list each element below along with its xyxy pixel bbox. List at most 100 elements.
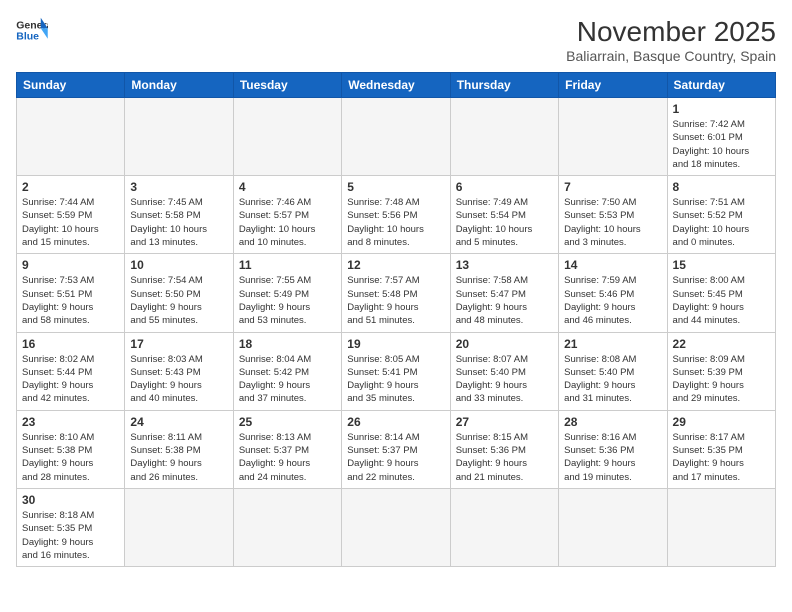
day-number: 20 <box>456 337 553 351</box>
day-number: 27 <box>456 415 553 429</box>
calendar-cell: 20 Sunrise: 8:07 AMSunset: 5:40 PMDayligh… <box>450 332 558 410</box>
weekday-header-friday: Friday <box>559 73 667 98</box>
day-number: 15 <box>673 258 770 272</box>
location-subtitle: Baliarrain, Basque Country, Spain <box>566 48 776 64</box>
page-header: General Blue November 2025 Baliarrain, B… <box>16 16 776 64</box>
day-number: 19 <box>347 337 444 351</box>
day-number: 2 <box>22 180 119 194</box>
weekday-header-sunday: Sunday <box>17 73 125 98</box>
day-info: Sunrise: 8:14 AMSunset: 5:37 PMDaylight:… <box>347 431 444 484</box>
day-number: 7 <box>564 180 661 194</box>
weekday-header-saturday: Saturday <box>667 73 775 98</box>
day-number: 4 <box>239 180 336 194</box>
calendar-cell <box>125 488 233 566</box>
calendar-week-1: 1 Sunrise: 7:42 AMSunset: 6:01 PMDaylight… <box>17 98 776 176</box>
calendar-cell: 26 Sunrise: 8:14 AMSunset: 5:37 PMDayligh… <box>342 410 450 488</box>
day-info: Sunrise: 7:42 AMSunset: 6:01 PMDaylight:… <box>673 118 770 171</box>
calendar-cell: 19 Sunrise: 8:05 AMSunset: 5:41 PMDayligh… <box>342 332 450 410</box>
day-info: Sunrise: 7:59 AMSunset: 5:46 PMDaylight:… <box>564 274 661 327</box>
calendar-cell: 18Sunrise: 8:04 AMSunset: 5:42 PMDayligh… <box>233 332 341 410</box>
calendar-cell: 15 Sunrise: 8:00 AMSunset: 5:45 PMDayligh… <box>667 254 775 332</box>
day-number: 13 <box>456 258 553 272</box>
calendar-cell: 5Sunrise: 7:48 AMSunset: 5:56 PMDaylight… <box>342 176 450 254</box>
day-number: 16 <box>22 337 119 351</box>
calendar-cell <box>559 488 667 566</box>
day-info: Sunrise: 8:02 AMSunset: 5:44 PMDaylight:… <box>22 353 119 406</box>
calendar-cell <box>342 488 450 566</box>
day-number: 11 <box>239 258 336 272</box>
day-number: 30 <box>22 493 119 507</box>
day-info: Sunrise: 7:50 AMSunset: 5:53 PMDaylight:… <box>564 196 661 249</box>
calendar-cell: 8Sunrise: 7:51 AMSunset: 5:52 PMDaylight… <box>667 176 775 254</box>
weekday-header-wednesday: Wednesday <box>342 73 450 98</box>
calendar-week-6: 30 Sunrise: 8:18 AMSunset: 5:35 PMDayligh… <box>17 488 776 566</box>
logo: General Blue <box>16 16 48 44</box>
day-info: Sunrise: 7:48 AMSunset: 5:56 PMDaylight:… <box>347 196 444 249</box>
day-number: 12 <box>347 258 444 272</box>
weekday-header-monday: Monday <box>125 73 233 98</box>
day-info: Sunrise: 7:45 AMSunset: 5:58 PMDaylight:… <box>130 196 227 249</box>
day-info: Sunrise: 8:10 AMSunset: 5:38 PMDaylight:… <box>22 431 119 484</box>
day-number: 3 <box>130 180 227 194</box>
day-number: 14 <box>564 258 661 272</box>
calendar-cell: 25Sunrise: 8:13 AMSunset: 5:37 PMDayligh… <box>233 410 341 488</box>
day-info: Sunrise: 8:04 AMSunset: 5:42 PMDaylight:… <box>239 353 336 406</box>
day-number: 24 <box>130 415 227 429</box>
day-number: 29 <box>673 415 770 429</box>
day-info: Sunrise: 8:17 AMSunset: 5:35 PMDaylight:… <box>673 431 770 484</box>
calendar-cell <box>342 98 450 176</box>
day-info: Sunrise: 7:57 AMSunset: 5:48 PMDaylight:… <box>347 274 444 327</box>
calendar-cell <box>233 488 341 566</box>
calendar-cell: 11 Sunrise: 7:55 AMSunset: 5:49 PMDayligh… <box>233 254 341 332</box>
calendar-cell <box>667 488 775 566</box>
calendar-cell: 9Sunrise: 7:53 AMSunset: 5:51 PMDaylight… <box>17 254 125 332</box>
day-info: Sunrise: 7:46 AMSunset: 5:57 PMDaylight:… <box>239 196 336 249</box>
month-title: November 2025 <box>566 16 776 48</box>
calendar-cell: 23Sunrise: 8:10 AMSunset: 5:38 PMDayligh… <box>17 410 125 488</box>
calendar-cell <box>559 98 667 176</box>
day-info: Sunrise: 8:00 AMSunset: 5:45 PMDaylight:… <box>673 274 770 327</box>
svg-text:Blue: Blue <box>16 31 39 43</box>
day-number: 22 <box>673 337 770 351</box>
day-info: Sunrise: 7:58 AMSunset: 5:47 PMDaylight:… <box>456 274 553 327</box>
calendar-cell: 13 Sunrise: 7:58 AMSunset: 5:47 PMDayligh… <box>450 254 558 332</box>
day-info: Sunrise: 7:44 AMSunset: 5:59 PMDaylight:… <box>22 196 119 249</box>
day-info: Sunrise: 8:08 AMSunset: 5:40 PMDaylight:… <box>564 353 661 406</box>
calendar-cell: 27Sunrise: 8:15 AMSunset: 5:36 PMDayligh… <box>450 410 558 488</box>
day-info: Sunrise: 8:07 AMSunset: 5:40 PMDaylight:… <box>456 353 553 406</box>
day-info: Sunrise: 8:05 AMSunset: 5:41 PMDaylight:… <box>347 353 444 406</box>
day-number: 21 <box>564 337 661 351</box>
day-info: Sunrise: 8:09 AMSunset: 5:39 PMDaylight:… <box>673 353 770 406</box>
day-info: Sunrise: 7:55 AMSunset: 5:49 PMDaylight:… <box>239 274 336 327</box>
day-number: 9 <box>22 258 119 272</box>
calendar-week-5: 23Sunrise: 8:10 AMSunset: 5:38 PMDayligh… <box>17 410 776 488</box>
day-number: 17 <box>130 337 227 351</box>
calendar-cell: 7 Sunrise: 7:50 AMSunset: 5:53 PMDaylight… <box>559 176 667 254</box>
calendar-cell: 2 Sunrise: 7:44 AMSunset: 5:59 PMDaylight… <box>17 176 125 254</box>
logo-icon: General Blue <box>16 16 48 44</box>
calendar-week-3: 9Sunrise: 7:53 AMSunset: 5:51 PMDaylight… <box>17 254 776 332</box>
calendar-cell: 17Sunrise: 8:03 AMSunset: 5:43 PMDayligh… <box>125 332 233 410</box>
day-number: 1 <box>673 102 770 116</box>
calendar-cell: 22 Sunrise: 8:09 AMSunset: 5:39 PMDayligh… <box>667 332 775 410</box>
calendar-cell: 10Sunrise: 7:54 AMSunset: 5:50 PMDayligh… <box>125 254 233 332</box>
calendar-cell: 14 Sunrise: 7:59 AMSunset: 5:46 PMDayligh… <box>559 254 667 332</box>
calendar-table: SundayMondayTuesdayWednesdayThursdayFrid… <box>16 72 776 567</box>
day-number: 10 <box>130 258 227 272</box>
calendar-cell <box>17 98 125 176</box>
weekday-header-tuesday: Tuesday <box>233 73 341 98</box>
day-number: 26 <box>347 415 444 429</box>
calendar-cell: 30 Sunrise: 8:18 AMSunset: 5:35 PMDayligh… <box>17 488 125 566</box>
weekday-header-row: SundayMondayTuesdayWednesdayThursdayFrid… <box>17 73 776 98</box>
day-info: Sunrise: 7:49 AMSunset: 5:54 PMDaylight:… <box>456 196 553 249</box>
day-number: 28 <box>564 415 661 429</box>
day-info: Sunrise: 8:18 AMSunset: 5:35 PMDaylight:… <box>22 509 119 562</box>
calendar-cell: 24Sunrise: 8:11 AMSunset: 5:38 PMDayligh… <box>125 410 233 488</box>
calendar-cell: 29 Sunrise: 8:17 AMSunset: 5:35 PMDayligh… <box>667 410 775 488</box>
calendar-cell: 6 Sunrise: 7:49 AMSunset: 5:54 PMDaylight… <box>450 176 558 254</box>
calendar-cell: 1 Sunrise: 7:42 AMSunset: 6:01 PMDaylight… <box>667 98 775 176</box>
calendar-cell: 3 Sunrise: 7:45 AMSunset: 5:58 PMDaylight… <box>125 176 233 254</box>
calendar-week-2: 2 Sunrise: 7:44 AMSunset: 5:59 PMDaylight… <box>17 176 776 254</box>
day-number: 6 <box>456 180 553 194</box>
calendar-cell: 4 Sunrise: 7:46 AMSunset: 5:57 PMDaylight… <box>233 176 341 254</box>
